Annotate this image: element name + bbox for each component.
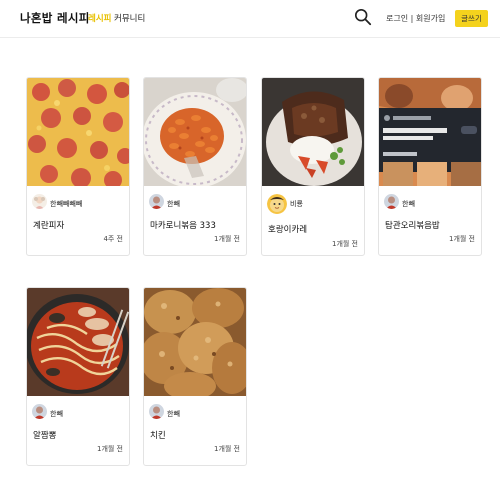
recipe-thumbnail[interactable] — [27, 78, 129, 186]
posted-time: 1개월 전 — [332, 240, 358, 248]
top-navigation-bar: 나혼밥 레시피 레시피 커뮤니티 로그인 | 회원가입 글쓰기 — [0, 0, 500, 38]
recipe-card[interactable]: 한빼 치킨 1개월 전 — [143, 287, 247, 466]
write-post-button[interactable]: 글쓰기 — [455, 10, 488, 27]
recipe-title[interactable]: 치킨 — [150, 429, 166, 441]
recipe-card[interactable]: 한빼 탐관오리볶음밥 1개월 전 — [378, 77, 482, 256]
recipe-thumbnail[interactable] — [144, 288, 246, 396]
recipe-thumbnail[interactable] — [262, 78, 364, 186]
auth-links: 로그인 | 회원가입 — [386, 13, 445, 24]
recipe-thumbnail[interactable] — [27, 288, 129, 396]
nav-recipes[interactable]: 레시피 — [88, 12, 111, 24]
recipe-title[interactable]: 호랑이카레 — [268, 223, 307, 235]
author-avatar — [149, 194, 164, 209]
recipe-title[interactable]: 마카로니볶음 333 — [150, 219, 216, 231]
search-icon[interactable] — [354, 8, 372, 26]
auth-separator: | — [408, 14, 416, 23]
author-name: 한빼 — [402, 200, 415, 208]
recipe-card[interactable]: 한빼 알짬뽕 1개월 전 — [26, 287, 130, 466]
author-avatar — [267, 194, 287, 214]
author-avatar — [32, 194, 47, 209]
posted-time: 1개월 전 — [449, 235, 475, 243]
recipe-card[interactable]: 한빼 마카로니볶음 333 1개월 전 — [143, 77, 247, 256]
author-avatar — [384, 194, 399, 209]
recipe-card[interactable]: 한빼빼빼빼 계란피자 4주 전 — [26, 77, 130, 256]
login-link[interactable]: 로그인 — [386, 14, 408, 23]
recipe-thumbnail[interactable] — [144, 78, 246, 186]
posted-time: 1개월 전 — [214, 445, 240, 453]
recipe-card[interactable]: 비룡 호랑이카레 1개월 전 — [261, 77, 365, 256]
signup-link[interactable]: 회원가입 — [416, 14, 445, 23]
author-name: 한빼빼빼빼 — [50, 200, 83, 208]
site-logo[interactable]: 나혼밥 레시피 — [20, 10, 90, 26]
recipe-title[interactable]: 알짬뽕 — [33, 429, 56, 441]
posted-time: 1개월 전 — [214, 235, 240, 243]
author-name: 한빼 — [167, 410, 180, 418]
author-avatar — [32, 404, 47, 419]
nav-community[interactable]: 커뮤니티 — [114, 12, 145, 24]
recipe-title[interactable]: 계란피자 — [33, 219, 64, 231]
posted-time: 1개월 전 — [97, 445, 123, 453]
recipe-title[interactable]: 탐관오리볶음밥 — [385, 219, 440, 231]
author-name: 한빼 — [50, 410, 63, 418]
author-avatar — [149, 404, 164, 419]
author-name: 한빼 — [167, 200, 180, 208]
author-name: 비룡 — [290, 200, 303, 208]
posted-time: 4주 전 — [103, 235, 123, 243]
recipe-thumbnail[interactable] — [379, 78, 481, 186]
